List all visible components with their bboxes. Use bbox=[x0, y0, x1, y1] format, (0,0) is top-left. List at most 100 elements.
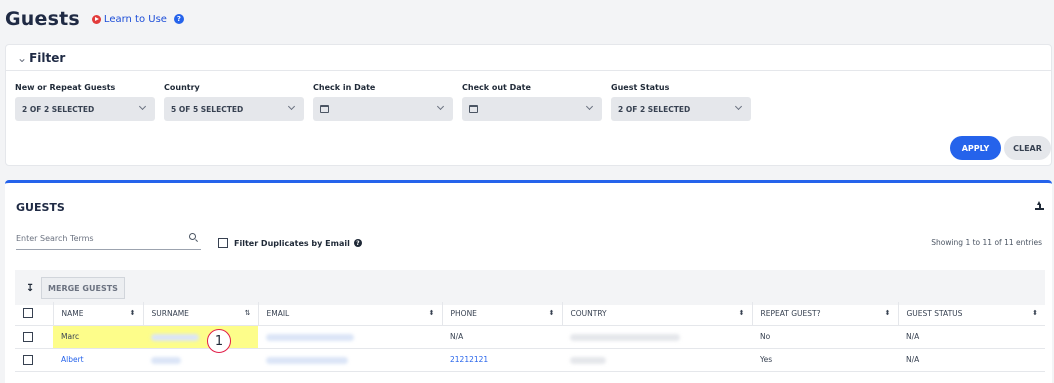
guest-status-select[interactable]: 2 OF 2 SELECTED bbox=[611, 97, 751, 121]
cell-name[interactable]: Marc bbox=[53, 325, 143, 349]
column-header-name[interactable]: NAME ⬍ bbox=[53, 302, 144, 326]
row-select bbox=[15, 325, 53, 349]
table-row[interactable]: Marc N/A No N/A bbox=[15, 325, 1045, 349]
sort-icon: ⬍ bbox=[1032, 309, 1038, 317]
cell-country-redacted bbox=[562, 348, 752, 372]
search-icon bbox=[189, 233, 196, 240]
table-toolbar: ↧ MERGE GUESTS bbox=[15, 270, 1045, 305]
cell-phone[interactable]: 21212121 bbox=[442, 348, 562, 372]
help-icon[interactable]: ? bbox=[173, 14, 184, 24]
check-out-date-picker[interactable] bbox=[462, 97, 602, 121]
cell-repeat-guest: No bbox=[752, 325, 898, 349]
cell-email-redacted bbox=[258, 348, 442, 372]
cell-name[interactable]: Albert bbox=[53, 348, 143, 372]
redacted-text bbox=[151, 333, 199, 341]
filter-check-out: Check out Date bbox=[462, 83, 602, 121]
column-label: PHONE bbox=[450, 308, 477, 318]
select-all-checkbox[interactable] bbox=[23, 308, 33, 319]
cell-surname-redacted bbox=[143, 348, 258, 372]
column-label: EMAIL bbox=[266, 308, 290, 318]
page-header: Guests Learn to Use ? bbox=[5, 5, 184, 33]
filter-label: Check out Date bbox=[462, 83, 531, 92]
column-label: REPEAT GUEST? bbox=[760, 308, 821, 318]
select-all-header bbox=[15, 302, 54, 326]
sort-icon: ⬍ bbox=[738, 309, 745, 317]
chevron-down-icon bbox=[287, 102, 296, 111]
filter-label: Guest Status bbox=[611, 83, 670, 92]
redacted-text bbox=[266, 333, 354, 341]
cell-guest-status: N/A bbox=[898, 325, 1045, 349]
page-title: Guests bbox=[5, 8, 80, 30]
cell-email-redacted bbox=[258, 325, 442, 349]
sort-icon: ⬍ bbox=[428, 309, 435, 317]
filter-header[interactable]: ⌄ Filter bbox=[17, 51, 65, 65]
search-placeholder: Enter Search Terms bbox=[16, 234, 94, 243]
play-icon bbox=[91, 14, 101, 24]
guests-table: NAME ⬍ SURNAME ⇅ EMAIL ⬍ PHONE ⬍ COUNTRY ⬍ RE… bbox=[15, 302, 1045, 372]
new-or-repeat-select[interactable]: 2 OF 2 SELECTED bbox=[15, 97, 155, 121]
filter-label: Check in Date bbox=[313, 83, 376, 92]
sort-arrow-icon[interactable]: ↧ bbox=[26, 283, 34, 294]
column-label: SURNAME bbox=[151, 308, 189, 318]
chevron-down-icon bbox=[138, 102, 147, 111]
row-checkbox[interactable] bbox=[23, 331, 33, 342]
filter-duplicates-checkbox[interactable] bbox=[218, 238, 228, 248]
chevron-down-icon bbox=[436, 102, 445, 111]
cell-phone: N/A bbox=[442, 325, 562, 349]
sort-icon: ⬍ bbox=[129, 309, 136, 317]
sort-icon: ⬍ bbox=[884, 309, 891, 317]
row-checkbox[interactable] bbox=[23, 354, 33, 365]
clear-button[interactable]: CLEAR bbox=[1004, 136, 1051, 160]
filter-country: Country 5 OF 5 SELECTED bbox=[164, 83, 304, 121]
redacted-text bbox=[266, 356, 348, 364]
guests-title: GUESTS bbox=[16, 201, 65, 214]
calendar-icon bbox=[320, 105, 329, 113]
filter-label: Country bbox=[164, 83, 200, 92]
column-label: NAME bbox=[61, 308, 84, 318]
cell-surname-redacted bbox=[143, 325, 258, 349]
sort-icon: ⬍ bbox=[548, 309, 555, 317]
redacted-text bbox=[151, 356, 181, 364]
filter-duplicates-toggle[interactable]: Filter Duplicates by Email ? bbox=[218, 238, 362, 248]
cell-guest-status: N/A bbox=[898, 348, 1045, 372]
learn-to-use-link[interactable]: Learn to Use bbox=[91, 14, 167, 25]
merge-guests-button[interactable]: MERGE GUESTS bbox=[41, 277, 125, 299]
upload-icon[interactable] bbox=[1035, 201, 1044, 210]
filter-duplicates-label: Filter Duplicates by Email bbox=[234, 238, 350, 248]
column-header-repeat-guest[interactable]: REPEAT GUEST? ⬍ bbox=[752, 302, 899, 326]
country-select[interactable]: 5 OF 5 SELECTED bbox=[164, 97, 304, 121]
filter-panel: ⌄ Filter New or Repeat Guests 2 OF 2 SELE… bbox=[5, 44, 1052, 166]
column-header-surname[interactable]: SURNAME ⇅ bbox=[143, 302, 259, 326]
column-label: COUNTRY bbox=[570, 308, 607, 318]
chevron-down-icon: ⌄ bbox=[17, 51, 28, 65]
chevron-down-icon bbox=[734, 102, 743, 111]
entries-count: Showing 1 to 11 of 11 entries bbox=[931, 238, 1042, 247]
redacted-text bbox=[570, 333, 680, 341]
column-header-phone[interactable]: PHONE ⬍ bbox=[442, 302, 563, 326]
column-header-guest-status[interactable]: GUEST STATUS ⬍ bbox=[898, 302, 1045, 326]
filter-new-or-repeat: New or Repeat Guests 2 OF 2 SELECTED bbox=[15, 83, 155, 121]
column-label: GUEST STATUS bbox=[906, 308, 963, 318]
select-value: 2 OF 2 SELECTED bbox=[618, 104, 691, 114]
sort-ascending-icon: ⇅ bbox=[244, 309, 251, 317]
filter-check-in: Check in Date bbox=[313, 83, 453, 121]
column-header-email[interactable]: EMAIL ⬍ bbox=[258, 302, 443, 326]
chevron-down-icon bbox=[585, 102, 594, 111]
table-row[interactable]: Albert 21212121 Yes N/A bbox=[15, 348, 1045, 372]
cell-country-redacted bbox=[562, 325, 752, 349]
search-input[interactable]: Enter Search Terms bbox=[16, 230, 201, 250]
divider bbox=[6, 70, 1051, 71]
select-value: 2 OF 2 SELECTED bbox=[22, 104, 95, 114]
help-icon[interactable]: ? bbox=[353, 239, 362, 247]
apply-button[interactable]: APPLY bbox=[950, 136, 1001, 160]
column-header-country[interactable]: COUNTRY ⬍ bbox=[562, 302, 753, 326]
filter-guest-status: Guest Status 2 OF 2 SELECTED bbox=[611, 83, 751, 121]
filter-label: New or Repeat Guests bbox=[15, 83, 116, 92]
table-header-row: NAME ⬍ SURNAME ⇅ EMAIL ⬍ PHONE ⬍ COUNTRY ⬍ RE… bbox=[15, 302, 1045, 326]
check-in-date-picker[interactable] bbox=[313, 97, 453, 121]
redacted-text bbox=[570, 356, 606, 364]
row-select bbox=[15, 348, 53, 372]
calendar-icon bbox=[469, 105, 478, 113]
select-value: 5 OF 5 SELECTED bbox=[171, 104, 244, 114]
filter-title: Filter bbox=[29, 51, 66, 65]
